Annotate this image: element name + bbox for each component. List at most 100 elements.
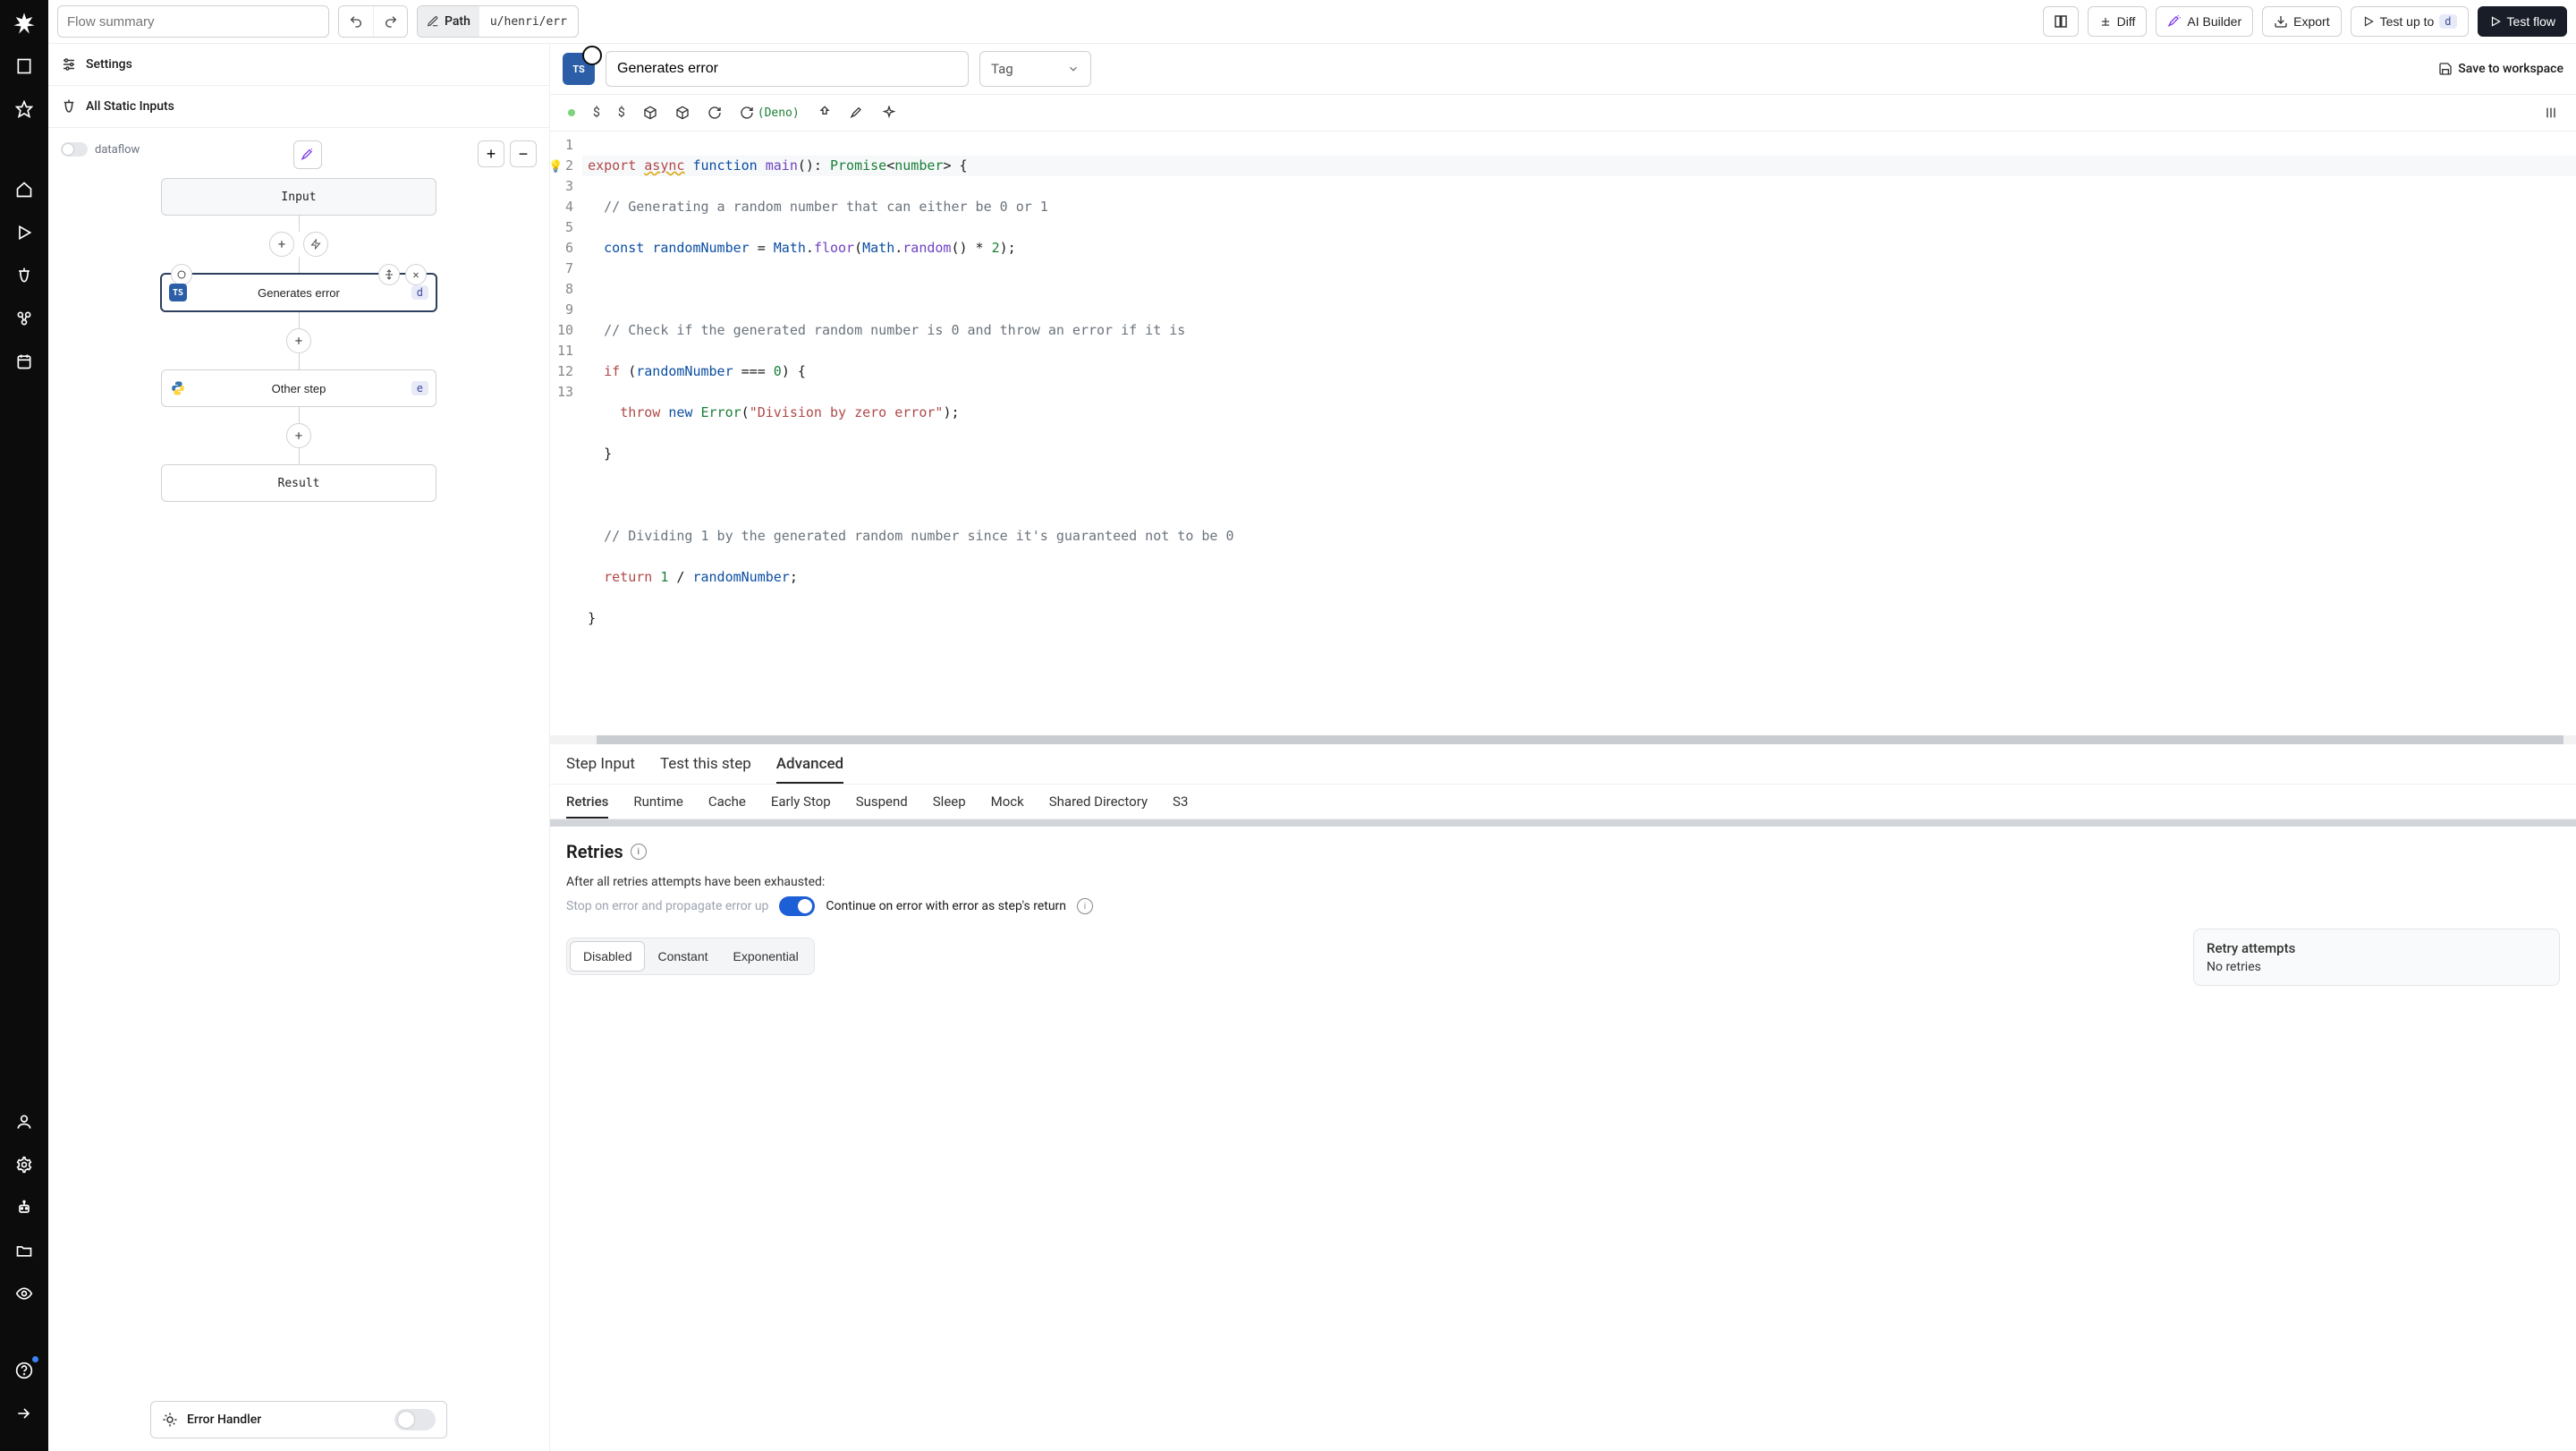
tool-spark-icon[interactable]	[882, 106, 896, 120]
dataflow-toggle[interactable]: dataflow	[61, 142, 140, 157]
zoom-out-button[interactable]: −	[510, 140, 537, 167]
nav-eye-icon[interactable]	[12, 1281, 37, 1306]
node-other-step[interactable]: Other step e	[161, 369, 436, 407]
toggle-right-label: Continue on error with error as step's r…	[826, 899, 1066, 913]
step-lang-icon: TS	[563, 53, 595, 85]
error-handler-toggle[interactable]	[394, 1409, 436, 1430]
dataflow-label: dataflow	[95, 143, 140, 157]
ts-icon: TS	[169, 284, 187, 301]
nav-home-icon[interactable]	[12, 177, 37, 202]
ai-flow-button[interactable]	[293, 140, 322, 169]
nav-schedules-icon[interactable]	[12, 349, 37, 374]
editor-toolbar: $ $ (Deno)	[550, 95, 2576, 132]
info-icon[interactable]: i	[631, 844, 647, 860]
tool-dollar-icon-2[interactable]: $	[618, 106, 625, 120]
continue-on-error-toggle[interactable]	[779, 896, 815, 916]
retries-title: Retries i	[566, 841, 2560, 862]
nav-building-icon[interactable]	[12, 54, 37, 79]
nav-settings-icon[interactable]	[12, 1152, 37, 1177]
code-editor[interactable]: 12345678910111213 export async function …	[550, 132, 2576, 735]
code-body[interactable]: export async function main(): Promise<nu…	[582, 132, 2576, 735]
advanced-subtabs: Retries Runtime Cache Early Stop Suspend…	[550, 785, 2576, 819]
redo-button[interactable]	[373, 6, 407, 37]
info-icon-2[interactable]: i	[1077, 898, 1093, 914]
retries-hint: After all retries attempts have been exh…	[566, 875, 2560, 889]
subtab-runtime[interactable]: Runtime	[633, 793, 682, 819]
subtab-suspend[interactable]: Suspend	[856, 793, 908, 819]
step-editor-panel: TS Tag Save to workspace $ $	[550, 44, 2576, 1451]
retry-attempts-title: Retry attempts	[2207, 940, 2546, 956]
all-static-label: All Static Inputs	[86, 99, 174, 114]
python-icon	[169, 379, 187, 397]
docs-button[interactable]	[2043, 6, 2079, 37]
test-flow-button[interactable]: Test flow	[2478, 6, 2567, 37]
subtab-cache[interactable]: Cache	[708, 793, 746, 819]
node-badge-e: e	[411, 381, 428, 395]
toggle-left-label: Stop on error and propagate error up	[566, 899, 768, 913]
test-up-to-button[interactable]: Test up tod	[2351, 6, 2469, 37]
mode-constant[interactable]: Constant	[645, 941, 720, 972]
nav-resources-icon[interactable]	[12, 306, 37, 331]
nav-variables-icon[interactable]	[12, 263, 37, 288]
flow-zoom-controls: + −	[478, 140, 537, 167]
tab-advanced[interactable]: Advanced	[776, 755, 843, 784]
mode-exponential[interactable]: Exponential	[721, 941, 811, 972]
subtab-retries[interactable]: Retries	[566, 793, 608, 819]
node-input[interactable]: Input	[161, 178, 436, 216]
node-generates-error[interactable]: ✕ TS Generates error d	[160, 273, 437, 312]
add-trigger-button[interactable]	[303, 232, 328, 257]
subtab-sleep[interactable]: Sleep	[933, 793, 966, 819]
panel-resize-handle[interactable]	[550, 819, 2576, 827]
tab-test-step[interactable]: Test this step	[660, 755, 751, 784]
step-name-input[interactable]	[606, 51, 969, 87]
path-segment[interactable]: Path u/henri/err	[417, 5, 579, 38]
subtab-s3[interactable]: S3	[1173, 793, 1188, 819]
subtab-early-stop[interactable]: Early Stop	[771, 793, 831, 819]
tool-reload-deno[interactable]: (Deno)	[740, 106, 800, 120]
tool-format-icon[interactable]	[818, 106, 832, 120]
add-step-button[interactable]: +	[269, 232, 294, 257]
dataflow-switch[interactable]	[61, 142, 88, 157]
ai-builder-button[interactable]: AI Builder	[2156, 6, 2253, 37]
undo-button[interactable]	[339, 6, 373, 37]
nav-collapse-icon[interactable]	[12, 1401, 37, 1426]
subtab-shared-dir[interactable]: Shared Directory	[1049, 793, 1148, 819]
subtab-mock[interactable]: Mock	[991, 793, 1024, 819]
node-delete-button[interactable]: ✕	[405, 264, 427, 285]
editor-scrollbar[interactable]	[550, 735, 2576, 744]
error-handler-label: Error Handler	[187, 1413, 261, 1427]
nav-star-icon[interactable]	[12, 97, 37, 122]
export-button[interactable]: Export	[2262, 6, 2341, 37]
save-to-workspace-button[interactable]: Save to workspace	[2438, 62, 2563, 76]
settings-row[interactable]: Settings	[48, 44, 549, 86]
nav-help-icon[interactable]	[12, 1358, 37, 1383]
zoom-in-button[interactable]: +	[478, 140, 504, 167]
tool-cube-icon[interactable]	[643, 106, 657, 120]
nav-runs-icon[interactable]	[12, 220, 37, 245]
retries-panel: Retries i After all retries attempts hav…	[550, 827, 2576, 1004]
app-logo	[12, 11, 37, 36]
undo-redo-group	[338, 5, 408, 38]
tag-select[interactable]: Tag	[979, 51, 1091, 87]
tool-ai-icon[interactable]	[850, 106, 864, 120]
mode-disabled[interactable]: Disabled	[570, 941, 645, 972]
tool-columns-icon[interactable]	[2544, 106, 2558, 120]
add-step-button-2[interactable]: +	[286, 328, 311, 353]
tool-cube-icon-2[interactable]	[675, 106, 690, 120]
nav-folders-icon[interactable]	[12, 1238, 37, 1263]
nav-workers-icon[interactable]	[12, 1195, 37, 1220]
flow-canvas[interactable]: dataflow + − Input +	[48, 128, 549, 1451]
diff-button[interactable]: Diff	[2088, 6, 2148, 37]
tool-refresh-icon[interactable]	[708, 106, 722, 120]
node-move-button[interactable]	[378, 264, 400, 285]
nav-user-icon[interactable]	[12, 1109, 37, 1134]
add-step-button-3[interactable]: +	[286, 423, 311, 448]
settings-label: Settings	[86, 57, 132, 72]
node-result[interactable]: Result	[161, 464, 436, 502]
all-static-inputs-row[interactable]: All Static Inputs	[48, 86, 549, 128]
error-handler-card[interactable]: Error Handler	[150, 1401, 447, 1438]
node-menu-icon[interactable]	[171, 264, 192, 285]
tool-dollar-icon[interactable]: $	[593, 106, 600, 120]
tab-step-input[interactable]: Step Input	[566, 755, 635, 784]
flow-summary-input[interactable]	[57, 5, 329, 38]
